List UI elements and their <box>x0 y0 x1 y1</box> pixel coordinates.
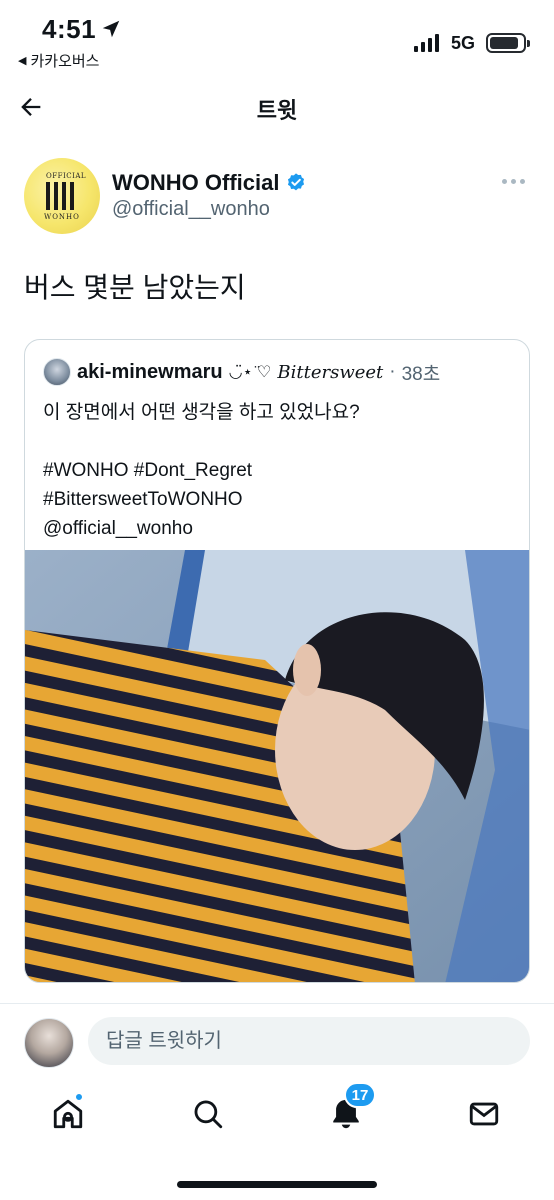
home-icon <box>53 1099 83 1129</box>
quoted-author-decoration: ◡̈⋆ ̈♡ <box>228 364 272 381</box>
author-avatar[interactable]: OFFICIAL WONHO <box>24 158 100 234</box>
verified-badge-icon <box>288 173 305 191</box>
home-indicator <box>177 1181 377 1188</box>
page-title: 트윗 <box>256 98 298 123</box>
more-options-icon[interactable] <box>502 176 528 186</box>
quoted-tweet-header: aki-minewmaru ◡̈⋆ ̈♡ Bittersweet · 38초 <box>43 358 440 386</box>
notification-count-badge: 17 <box>344 1082 376 1108</box>
signal-strength-icon <box>414 34 439 52</box>
separator-dot: · <box>389 361 396 382</box>
user-avatar[interactable] <box>24 1018 74 1068</box>
search-icon <box>194 1100 223 1129</box>
avatar-logo-text-bottom: WONHO <box>44 213 80 221</box>
battery-icon <box>486 33 530 53</box>
quoted-hashtags-2: #BittersweetToWONHO <box>43 489 243 510</box>
quoted-tweet-line: 이 장면에서 어떤 생각을 하고 있었나요? <box>43 402 360 423</box>
quoted-author-name: aki-minewmaru <box>77 360 223 383</box>
back-triangle-icon: ◀ <box>18 55 27 67</box>
mail-icon <box>469 1102 499 1126</box>
network-type: 5G <box>451 33 476 53</box>
reply-bar <box>0 1003 554 1075</box>
back-to-app-link[interactable]: ◀ 카카오버스 <box>18 50 99 71</box>
author-name-row[interactable]: WONHO Official <box>112 170 307 196</box>
status-bar: 4:51 ◀ 카카오버스 5G <box>0 0 554 74</box>
tweet-text: 버스 몇분 남았는지 <box>24 272 246 303</box>
tweet-author: OFFICIAL WONHO WONHO Official @official_… <box>24 158 530 236</box>
quoted-tweet-body: 이 장면에서 어떤 생각을 하고 있었나요? #WONHO #Dont_Regr… <box>43 398 513 543</box>
reply-input[interactable] <box>88 1017 530 1065</box>
nav-header: 트윗 <box>0 78 554 136</box>
quoted-hashtags: #WONHO #Dont_Regret <box>43 460 253 481</box>
home-badge-dot <box>74 1092 84 1102</box>
quoted-author-bittersweet: Bittersweet <box>277 361 384 383</box>
author-handle[interactable]: @official__wonho <box>112 198 270 221</box>
tab-notifications[interactable]: 17 <box>326 1082 376 1134</box>
back-app-label: 카카오버스 <box>30 53 100 70</box>
tab-home[interactable] <box>48 1092 88 1134</box>
author-name: WONHO Official <box>112 170 280 195</box>
location-arrow-icon <box>102 20 120 38</box>
quoted-tweet-photo[interactable] <box>25 550 529 982</box>
avatar-logo-text: OFFICIAL <box>46 172 87 180</box>
tab-search[interactable] <box>188 1094 228 1134</box>
status-time: 4:51 <box>42 14 97 44</box>
bottom-tab-bar: 17 <box>0 1080 554 1150</box>
avatar-logo-bars <box>46 182 74 210</box>
quoted-tweet-time: 38초 <box>401 363 441 385</box>
quoted-mention: @official__wonho <box>43 518 193 539</box>
photo-illustration <box>25 550 529 982</box>
quoted-author-avatar <box>43 358 71 386</box>
tab-messages[interactable] <box>464 1094 504 1134</box>
quoted-tweet-card[interactable]: aki-minewmaru ◡̈⋆ ̈♡ Bittersweet · 38초 이… <box>24 339 530 983</box>
